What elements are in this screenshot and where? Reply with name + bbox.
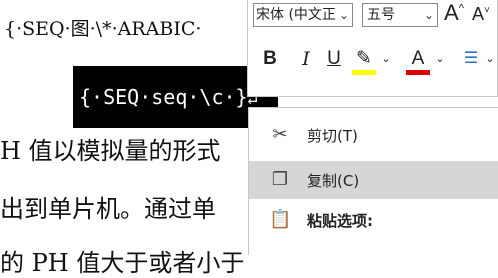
menu-item-label: 复制(C) [307, 172, 360, 190]
doc-line-4: 出到单片机。通过单 [0, 195, 216, 223]
copy-icon: ❐ [271, 169, 289, 190]
clipboard-icon: 📋 [269, 209, 292, 230]
font-size-dropdown[interactable]: 五号 ⌄ [362, 3, 438, 27]
font-name-value: 宋体 (中文正 [256, 7, 336, 23]
grow-font-button[interactable]: A^ [444, 0, 464, 26]
shrink-font-button[interactable]: A˅ [472, 4, 490, 25]
doc-line-1: {·SEQ·图·\*·ARABIC· [4, 18, 202, 40]
context-menu: ✂ 剪切(T) ❐ 复制(C) 📋 粘贴选项: [248, 107, 498, 255]
field-code-text: {·SEQ·seq·\c·} [79, 85, 248, 109]
menu-item-label: 剪切(T) [307, 127, 358, 145]
mini-toolbar: 宋体 (中文正 ⌄ 五号 ⌄ A^ A˅ B I U ✎ ⌄ A ⌄ ☰ ⌄ [247, 0, 498, 97]
font-color-dropdown-chevron-icon[interactable]: ⌄ [434, 44, 446, 74]
font-color-swatch [406, 70, 430, 75]
highlight-dropdown-chevron-icon[interactable]: ⌄ [380, 44, 392, 74]
menu-item-cut[interactable]: ✂ 剪切(T) [249, 116, 498, 154]
grow-font-icon: A [444, 0, 459, 25]
chevron-down-icon: ⌄ [338, 8, 349, 22]
highlighter-icon: ✎ [356, 48, 372, 69]
format-row: B I U ✎ ⌄ A ⌄ ☰ ⌄ [248, 44, 498, 75]
highlight-color-swatch [352, 70, 376, 75]
chevron-down-icon: ⌄ [423, 8, 434, 22]
font-size-value: 五号 [367, 7, 395, 23]
doc-line-5: 的 PH 值大于或者小于 [0, 249, 245, 277]
underline-button[interactable]: U [324, 44, 344, 74]
bold-button[interactable]: B [260, 44, 280, 74]
shrink-font-icon: A [472, 4, 485, 24]
bullet-list-icon[interactable]: ☰ [460, 44, 482, 74]
menu-item-copy[interactable]: ❐ 复制(C) [249, 161, 498, 199]
italic-button[interactable]: I [296, 44, 316, 74]
doc-line-3: H 值以模拟量的形式 [0, 137, 221, 165]
menu-item-label: 粘贴选项: [307, 212, 373, 230]
menu-item-paste-options: 📋 粘贴选项: [249, 201, 498, 239]
scissors-icon: ✂ [272, 124, 288, 145]
font-name-dropdown[interactable]: 宋体 (中文正 ⌄ [253, 3, 353, 27]
list-dropdown-chevron-icon[interactable]: ⌄ [484, 44, 496, 74]
